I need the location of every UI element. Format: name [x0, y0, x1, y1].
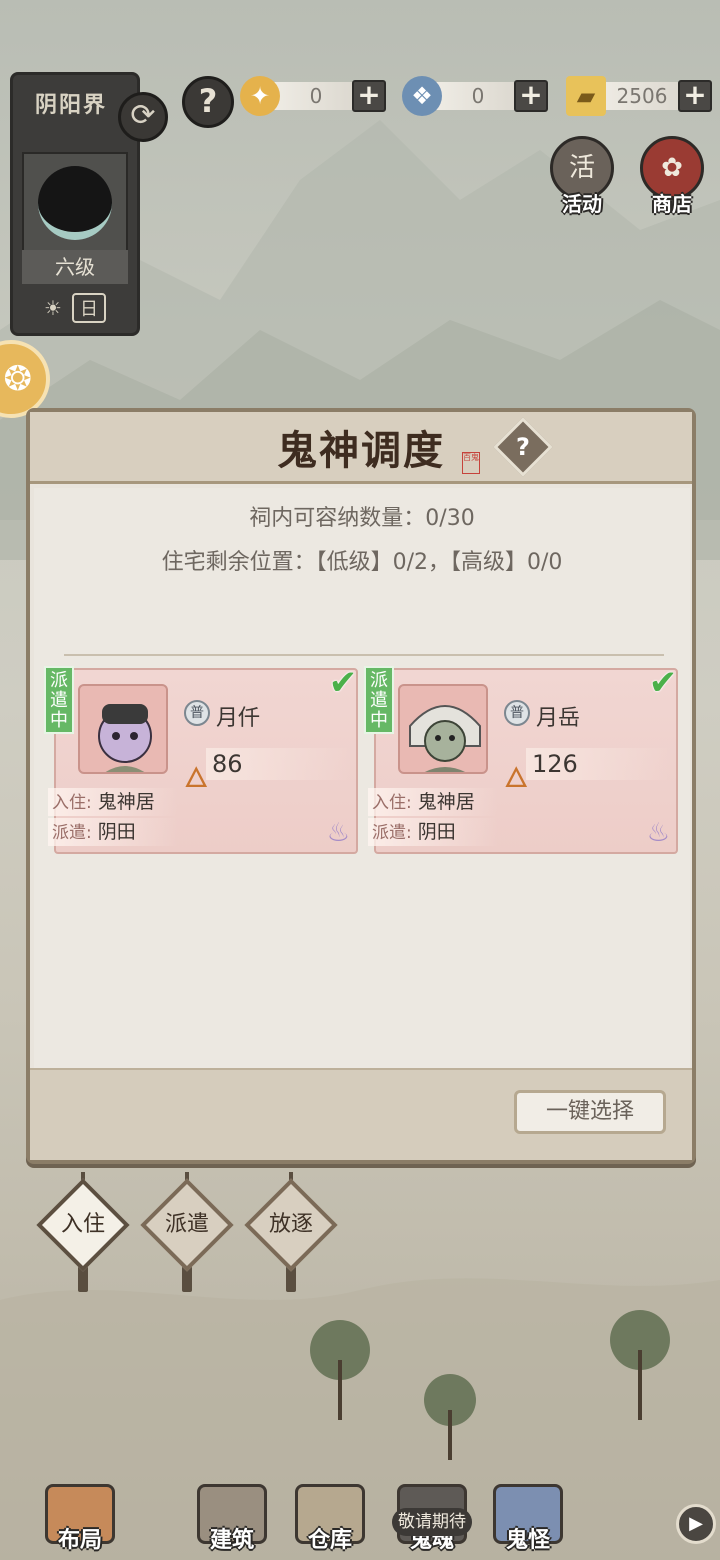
tab-banish[interactable]: 放逐 [244, 1172, 338, 1292]
status-badge: 派遣中 [44, 666, 74, 734]
realm-orb-icon [38, 166, 112, 240]
residence-key: 入住: [52, 793, 92, 813]
currency-gold: 2506 ▰ + [566, 76, 712, 116]
residence-row: 入住: 鬼神居 [48, 788, 178, 816]
shop-label: 商店 [652, 192, 692, 216]
panel-header: 鬼神调度 百鬼 ? [30, 412, 692, 484]
nav-warehouse[interactable]: 仓库 [280, 1484, 380, 1554]
realm-title: 阴阳界 [35, 93, 108, 118]
panel-footer: 一键选择 [30, 1068, 692, 1160]
dispatch-row: 派遣: 阴田 [48, 818, 178, 846]
shop-button[interactable]: ✿ 商店 [636, 136, 708, 220]
dispatch-key: 派遣: [52, 823, 92, 843]
ghost-name: 月仟 [216, 706, 261, 731]
golden-spirit-icon: ✦ [240, 76, 280, 116]
housing-text: 住宅剩余位置：【低级】0/2，【高级】0/0 [161, 550, 563, 575]
activity-button[interactable]: 活 活动 [546, 136, 618, 220]
activity-label: 活动 [562, 192, 602, 216]
nav-monster[interactable]: 鬼怪 [478, 1484, 578, 1554]
play-arrow-icon[interactable]: ▶ [676, 1504, 716, 1544]
bottom-nav: 布局 建筑 仓库 鬼魂 敬请期待 鬼怪 ▶ [0, 1460, 720, 1560]
dispatch-value: 阴田 [417, 821, 456, 843]
currency-spirit-blue: 0 ❖ + [402, 76, 548, 116]
ghost-card[interactable]: 派遣中 ✔ 普 月仟 🜂 86 入住: 鬼神居 派遣: 阴田 ♨ [44, 663, 358, 854]
ghost-card[interactable]: 派遣中 ✔ 普 月岳 🜂 126 入住: 鬼神居 派遣: 阴田 ♨ [364, 663, 678, 854]
grade-badge: 普 [184, 700, 210, 726]
dispatch-row: 派遣: 阴田 [368, 818, 498, 846]
gold-ingot-icon: ▰ [566, 76, 606, 116]
residence-value: 鬼神居 [417, 791, 475, 813]
nav-building[interactable]: 建筑 [182, 1484, 282, 1554]
residence-key: 入住: [372, 793, 412, 813]
status-badge: 派遣中 [364, 666, 394, 734]
blue-spirit-icon: ❖ [402, 76, 442, 116]
ghost-portrait [398, 684, 488, 774]
dispatch-value: 阴田 [97, 821, 136, 843]
nav-label: 仓库 [307, 1528, 352, 1553]
panel-body: 祠内可容纳数量：0/30 住宅剩余位置：【低级】0/2，【高级】0/0 派遣中 … [34, 488, 690, 1068]
sun-icon: ☀ [44, 296, 62, 320]
help-button[interactable]: ? [182, 76, 234, 128]
tab-diamond: 派遣 [140, 1178, 234, 1272]
currency-spirit-gold: 0 ✦ + [240, 76, 386, 116]
coming-soon-badge: 敬请期待 [392, 1508, 472, 1536]
nav-layout[interactable]: 布局 [30, 1484, 130, 1554]
residence-row: 入住: 鬼神居 [368, 788, 498, 816]
soul-flame-icon: ♨ [646, 818, 670, 848]
realm-time: ☀ 日 [22, 292, 128, 324]
soul-flame-icon: ♨ [326, 818, 350, 848]
check-icon: ✔ [648, 663, 678, 703]
question-icon: ? [198, 82, 218, 120]
tab-diamond: 放逐 [244, 1178, 338, 1272]
grade-badge: 普 [504, 700, 530, 726]
nav-label: 布局 [57, 1528, 102, 1553]
check-icon: ✔ [328, 663, 358, 703]
ghost-portrait [78, 684, 168, 774]
tab-label: 入住 [60, 1212, 105, 1237]
day-label: 日 [71, 293, 106, 323]
capacity-text: 祠内可容纳数量：0/30 [249, 506, 475, 531]
nav-label: 建筑 [209, 1528, 254, 1553]
add-currency-button[interactable]: + [678, 80, 712, 112]
realm-level: 六级 [22, 250, 128, 284]
dispatch-key: 派遣: [372, 823, 412, 843]
panel-title: 鬼神调度 [277, 427, 445, 474]
ghost-name: 月岳 [536, 706, 581, 731]
tab-label: 放逐 [268, 1212, 313, 1237]
seal-stamp: 百鬼 [462, 452, 480, 474]
tab-label: 派遣 [164, 1212, 209, 1237]
refresh-icon: ⟳ [130, 98, 156, 133]
realm-portrait [22, 152, 128, 256]
one-click-select-button[interactable]: 一键选择 [514, 1090, 666, 1134]
ghost-dispatch-panel: 鬼神调度 百鬼 ? 祠内可容纳数量：0/30 住宅剩余位置：【低级】0/2，【高… [26, 408, 696, 1164]
question-icon: ? [516, 433, 530, 461]
tab-diamond: 入住 [36, 1178, 130, 1272]
divider [64, 654, 664, 656]
ghost-power: 126 [526, 748, 672, 780]
ghost-power: 86 [206, 748, 352, 780]
realm-switch-button[interactable]: ⟳ [118, 92, 168, 142]
tab-residence[interactable]: 入住 [36, 1172, 130, 1292]
residence-value: 鬼神居 [97, 791, 155, 813]
add-currency-button[interactable]: + [352, 80, 386, 112]
add-currency-button[interactable]: + [514, 80, 548, 112]
nav-label: 鬼怪 [505, 1528, 550, 1553]
tab-dispatch[interactable]: 派遣 [140, 1172, 234, 1292]
